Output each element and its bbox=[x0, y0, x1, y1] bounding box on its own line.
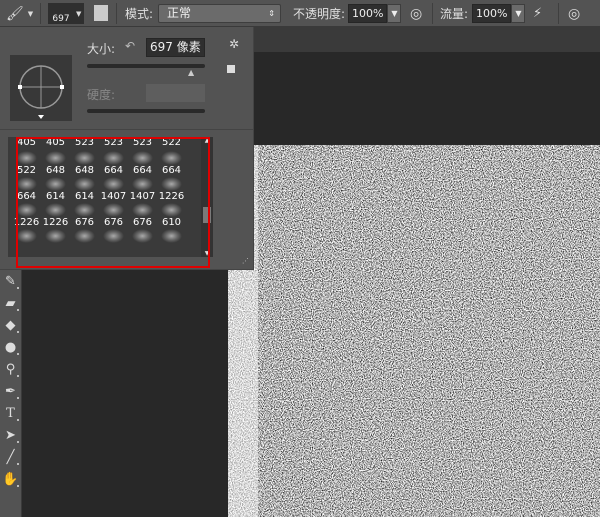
flow-input[interactable]: 100% bbox=[472, 4, 512, 23]
opacity-input[interactable]: 100% bbox=[348, 4, 388, 23]
chevron-down-icon: ▼ bbox=[27, 9, 34, 18]
hardness-slider bbox=[87, 109, 205, 113]
mode-label: 模式: bbox=[125, 7, 154, 21]
brush-icon: 🖌 bbox=[6, 5, 24, 22]
document-canvas[interactable] bbox=[228, 145, 600, 517]
blur-tool-icon[interactable]: ● bbox=[0, 336, 21, 358]
flow-label: 流量: bbox=[440, 7, 469, 21]
mode-select[interactable]: 正常 ⇕ bbox=[158, 4, 281, 23]
brush-angle-preview[interactable] bbox=[10, 55, 72, 121]
eraser-tool-icon[interactable]: ▰ bbox=[0, 292, 21, 314]
pen-tool-icon[interactable]: ✒ bbox=[0, 380, 21, 402]
tools-panel: ✎ ▰ ◆ ● ⚲ ✒ T ➤ ╱ ✋ bbox=[0, 270, 22, 517]
history-brush-tool-icon[interactable]: ✎ bbox=[0, 270, 21, 292]
line-tool-icon[interactable]: ╱ bbox=[0, 446, 21, 468]
highlight-box bbox=[16, 137, 210, 268]
brush-strokes-artwork bbox=[228, 145, 600, 517]
type-tool-icon[interactable]: T bbox=[0, 402, 21, 424]
opacity-label: 不透明度: bbox=[293, 7, 346, 21]
dodge-tool-icon[interactable]: ⚲ bbox=[0, 358, 21, 380]
size-label: 大小: bbox=[87, 42, 116, 56]
brush-panel-toggle-icon[interactable] bbox=[94, 5, 108, 21]
mode-value: 正常 bbox=[167, 6, 192, 20]
hardness-input bbox=[146, 84, 205, 102]
paint-bucket-tool-icon[interactable]: ◆ bbox=[0, 314, 21, 336]
size-slider-handle[interactable]: ▲ bbox=[188, 68, 194, 77]
opacity-dropdown[interactable]: ▼ bbox=[387, 4, 402, 23]
size-input[interactable]: 697 像素 bbox=[146, 38, 205, 57]
pressure-size-icon[interactable]: ◎ bbox=[568, 3, 580, 24]
hand-tool-icon[interactable]: ✋ bbox=[0, 468, 21, 490]
brush-size-preview: 697 bbox=[52, 14, 70, 24]
brush-tool-preset-picker[interactable]: 🖌 ▼ bbox=[6, 3, 33, 24]
gear-icon[interactable]: ✲ bbox=[229, 37, 239, 51]
path-selection-tool-icon[interactable]: ➤ bbox=[0, 424, 21, 446]
new-preset-icon[interactable] bbox=[227, 65, 235, 73]
resize-grip-icon[interactable]: ⋰ bbox=[242, 257, 249, 265]
document-tab-bar bbox=[254, 27, 600, 52]
reset-size-icon[interactable]: ↶ bbox=[125, 39, 135, 53]
flow-dropdown[interactable]: ▼ bbox=[511, 4, 526, 23]
options-bar: 🖌 ▼ 697 ▼ 模式: 正常 ⇕ 不透明度: 100% ▼ ◎ 流量: 100% ▼… bbox=[0, 0, 600, 27]
pressure-opacity-icon[interactable]: ◎ bbox=[410, 3, 422, 24]
chevron-down-icon[interactable]: ▼ bbox=[76, 3, 81, 24]
airbrush-icon[interactable]: ⚡ bbox=[533, 3, 542, 24]
hardness-label: 硬度: bbox=[87, 88, 116, 102]
